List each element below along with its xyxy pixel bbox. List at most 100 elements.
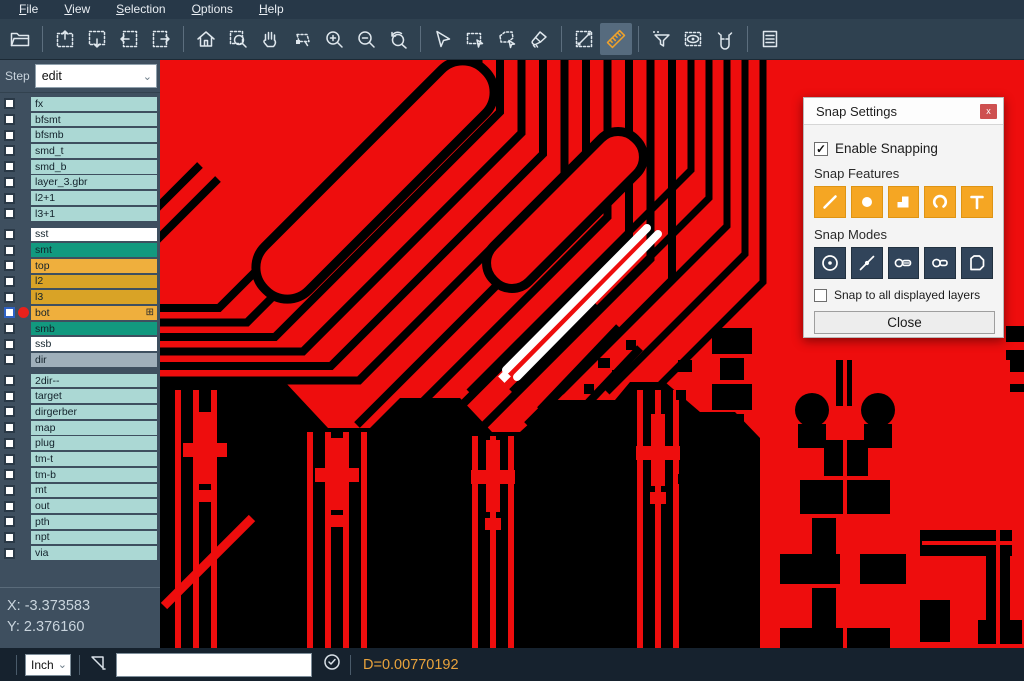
layer-visibility-checkbox[interactable] xyxy=(4,114,15,125)
menu-item[interactable]: Help xyxy=(248,1,295,18)
select-rectangle-icon[interactable] xyxy=(459,23,491,55)
erase-brush-icon[interactable] xyxy=(523,23,555,55)
enable-snapping-checkbox[interactable]: ✓ xyxy=(814,142,828,156)
close-icon[interactable]: x xyxy=(980,104,997,119)
zoom-in-icon[interactable] xyxy=(318,23,350,55)
layer-row[interactable]: smb ⊞ xyxy=(0,322,160,336)
layer-color-bar[interactable]: pth ⊞ xyxy=(31,515,157,529)
layer-visibility-checkbox[interactable] xyxy=(4,339,15,350)
layer-row[interactable]: target ⊞ xyxy=(0,389,160,403)
layer-visibility-checkbox[interactable] xyxy=(4,501,15,512)
layer-row[interactable]: l3 ⊞ xyxy=(0,290,160,304)
snap-text-icon[interactable] xyxy=(961,186,993,218)
layer-color-bar[interactable]: l2+1 ⊞ xyxy=(31,191,157,205)
layer-color-bar[interactable]: l3 ⊞ xyxy=(31,290,157,304)
layer-row[interactable]: smt ⊞ xyxy=(0,243,160,257)
layer-row[interactable]: fx ⊞ xyxy=(0,97,160,111)
menu-item[interactable]: Options xyxy=(181,1,244,18)
step-select[interactable]: edit ⌄ xyxy=(35,64,157,88)
layer-row[interactable]: bot ⊞ xyxy=(0,306,160,320)
snap-pad-icon[interactable] xyxy=(851,186,883,218)
layer-color-bar[interactable]: dir ⊞ xyxy=(31,353,157,367)
layer-row[interactable]: l3+1 ⊞ xyxy=(0,207,160,221)
measure-distance-icon[interactable] xyxy=(568,23,600,55)
layer-row[interactable]: tm-b ⊞ xyxy=(0,468,160,482)
layer-row[interactable]: sst ⊞ xyxy=(0,228,160,242)
angle-icon[interactable] xyxy=(88,652,108,677)
layer-row[interactable]: dir ⊞ xyxy=(0,353,160,367)
layer-visibility-checkbox[interactable] xyxy=(4,438,15,449)
layer-visibility-checkbox[interactable] xyxy=(4,548,15,559)
layer-color-bar[interactable]: l2 ⊞ xyxy=(31,275,157,289)
layer-row[interactable]: plug ⊞ xyxy=(0,436,160,450)
menu-item[interactable]: View xyxy=(53,1,101,18)
snap-line-icon[interactable] xyxy=(814,186,846,218)
snap-closest-point-mode-icon[interactable] xyxy=(851,247,883,279)
layer-color-bar[interactable]: plug ⊞ xyxy=(31,436,157,450)
layer-visibility-checkbox[interactable] xyxy=(4,130,15,141)
layer-row[interactable]: pth ⊞ xyxy=(0,515,160,529)
scroll-right-icon[interactable] xyxy=(145,23,177,55)
layer-visibility-checkbox[interactable] xyxy=(4,485,15,496)
layer-color-bar[interactable]: npt ⊞ xyxy=(31,531,157,545)
layer-row[interactable]: 2dir-- ⊞ xyxy=(0,374,160,388)
layer-visibility-checkbox[interactable] xyxy=(4,276,15,287)
layer-visibility-checkbox[interactable] xyxy=(4,145,15,156)
layer-color-bar[interactable]: tm-t ⊞ xyxy=(31,452,157,466)
layer-color-bar[interactable]: l3+1 ⊞ xyxy=(31,207,157,221)
layer-color-bar[interactable]: smb ⊞ xyxy=(31,322,157,336)
zoom-home-icon[interactable] xyxy=(190,23,222,55)
update-icon[interactable] xyxy=(322,652,342,677)
zoom-window-icon[interactable] xyxy=(222,23,254,55)
layer-visibility-checkbox[interactable] xyxy=(4,375,15,386)
layer-color-bar[interactable]: smd_t ⊞ xyxy=(31,144,157,158)
measure-ruler-icon[interactable] xyxy=(600,23,632,55)
scroll-left-icon[interactable] xyxy=(113,23,145,55)
menu-item[interactable]: Selection xyxy=(105,1,176,18)
layer-visibility-checkbox[interactable] xyxy=(4,161,15,172)
scroll-down-icon[interactable] xyxy=(81,23,113,55)
select-polygon-icon[interactable] xyxy=(491,23,523,55)
dialog-title-bar[interactable]: Snap Settings x xyxy=(804,98,1003,125)
layer-row[interactable]: top ⊞ xyxy=(0,259,160,273)
layer-color-bar[interactable]: via ⊞ xyxy=(31,546,157,560)
layer-row[interactable]: l2 ⊞ xyxy=(0,275,160,289)
layer-visibility-checkbox[interactable] xyxy=(4,208,15,219)
layer-color-bar[interactable]: ssb ⊞ xyxy=(31,337,157,351)
layer-color-bar[interactable]: fx ⊞ xyxy=(31,97,157,111)
layer-color-bar[interactable]: top ⊞ xyxy=(31,259,157,273)
layer-visibility-checkbox[interactable] xyxy=(4,406,15,417)
layer-color-bar[interactable]: smt ⊞ xyxy=(31,243,157,257)
layer-row[interactable]: bfsmb ⊞ xyxy=(0,128,160,142)
zoom-selection-icon[interactable] xyxy=(286,23,318,55)
view-options-icon[interactable] xyxy=(677,23,709,55)
layer-color-bar[interactable]: bfsmt ⊞ xyxy=(31,113,157,127)
layer-visibility-checkbox[interactable] xyxy=(4,532,15,543)
layer-row[interactable]: mt ⊞ xyxy=(0,484,160,498)
layer-row[interactable]: npt ⊞ xyxy=(0,531,160,545)
snap-pad-exit-mode-icon[interactable] xyxy=(924,247,956,279)
snap-arc-icon[interactable] xyxy=(924,186,956,218)
layer-visibility-checkbox[interactable] xyxy=(4,469,15,480)
layer-visibility-checkbox[interactable] xyxy=(4,229,15,240)
layer-visibility-checkbox[interactable] xyxy=(4,177,15,188)
layer-row[interactable]: out ⊞ xyxy=(0,499,160,513)
layer-row[interactable]: l2+1 ⊞ xyxy=(0,191,160,205)
layer-color-bar[interactable]: sst ⊞ xyxy=(31,228,157,242)
layer-color-bar[interactable]: map ⊞ xyxy=(31,421,157,435)
menu-item[interactable]: File xyxy=(8,1,49,18)
layer-color-bar[interactable]: mt ⊞ xyxy=(31,484,157,498)
layer-visibility-checkbox[interactable] xyxy=(4,193,15,204)
layer-color-bar[interactable]: tm-b ⊞ xyxy=(31,468,157,482)
layer-color-bar[interactable]: target ⊞ xyxy=(31,389,157,403)
layer-row[interactable]: map ⊞ xyxy=(0,421,160,435)
zoom-previous-icon[interactable] xyxy=(382,23,414,55)
layer-visibility-checkbox[interactable] xyxy=(4,98,15,109)
snap-surface-icon[interactable] xyxy=(888,186,920,218)
layer-row[interactable]: ssb ⊞ xyxy=(0,337,160,351)
snap-contour-mode-icon[interactable] xyxy=(961,247,993,279)
layer-row[interactable]: smd_t ⊞ xyxy=(0,144,160,158)
snap-magnet-icon[interactable] xyxy=(709,23,741,55)
layer-color-bar[interactable]: layer_3.gbr ⊞ xyxy=(31,175,157,189)
pan-hand-icon[interactable] xyxy=(254,23,286,55)
